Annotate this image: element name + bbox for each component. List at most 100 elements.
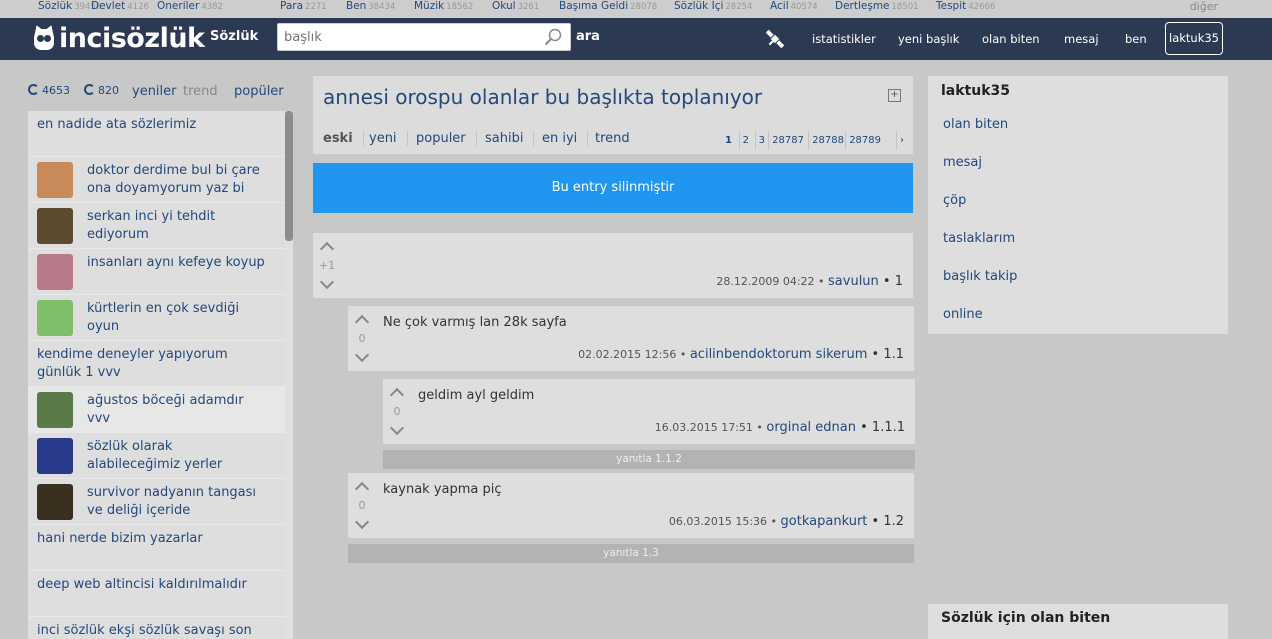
category-count: 18562	[446, 2, 474, 12]
topic-list-title: en nadide ata sözlerimiz	[37, 117, 197, 132]
downvote-icon[interactable]	[389, 420, 405, 436]
scrollbar-thumb[interactable]	[285, 111, 293, 241]
topic-thumbnail	[37, 392, 73, 428]
entry-author[interactable]: orginal ednan	[766, 420, 856, 435]
tab-trend[interactable]: trend	[183, 84, 218, 99]
sort-tab[interactable]: en iyi	[532, 131, 589, 146]
user-menu-baslik-takip[interactable]: başlık takip	[943, 269, 1017, 284]
sort-tab[interactable]: eski	[313, 131, 364, 146]
sort-tab[interactable]: sahibi	[475, 131, 535, 146]
search-input[interactable]	[278, 24, 528, 50]
topic-title[interactable]: annesi orospu olanlar bu başlıkta toplan…	[323, 85, 762, 109]
sort-tab[interactable]: populer	[406, 131, 477, 146]
entry-author[interactable]: acilinbendoktorum sikerum	[690, 347, 868, 362]
topic-list-title: insanları aynı kefeye koyup	[87, 255, 265, 270]
upvote-icon[interactable]	[354, 314, 370, 330]
category-link[interactable]: Para 2271	[280, 0, 327, 12]
user-menu-olan-biten[interactable]: olan biten	[943, 117, 1008, 132]
entry: 0 Ne çok varmış lan 28k sayfa 02.02.2015 1…	[348, 306, 914, 371]
page-link[interactable]: 3	[754, 132, 768, 150]
topic-list-item[interactable]: kürtlerin en çok sevdiği oyun	[28, 295, 285, 341]
satellite-icon[interactable]	[763, 27, 787, 51]
tab-populer[interactable]: popüler	[234, 84, 284, 99]
category-label: Başıma Geldi	[559, 0, 629, 12]
topic-list-item[interactable]: ağustos böceği adamdır vvv	[28, 387, 285, 433]
nav-mesaj[interactable]: mesaj	[1064, 32, 1099, 46]
nav-istatistikler[interactable]: istatistikler	[812, 32, 876, 46]
category-label: Tespit	[936, 0, 967, 12]
entry-author[interactable]: savulun	[828, 274, 879, 289]
entry-date[interactable]: 02.02.2015 12:56 •	[578, 348, 690, 361]
category-link[interactable]: Oneriler 4382	[157, 0, 223, 12]
user-menu-cop[interactable]: çöp	[943, 193, 966, 208]
nav-ben[interactable]: ben	[1125, 32, 1147, 46]
page-link[interactable]: 2	[738, 132, 752, 150]
page-link[interactable]: 28789	[845, 132, 884, 150]
upvote-icon[interactable]	[319, 241, 335, 257]
category-link[interactable]: Okul 3261	[492, 0, 539, 12]
entry-content: kaynak yapma piç	[383, 482, 502, 497]
logo[interactable]: incisözlük	[31, 22, 205, 54]
user-menu-mesaj[interactable]: mesaj	[943, 155, 982, 170]
entry-date[interactable]: 28.12.2009 04:22 •	[716, 275, 828, 288]
category-link[interactable]: Ben 38434	[346, 0, 395, 12]
topic-list-item[interactable]: hani nerde bizim yazarlar	[28, 525, 285, 571]
refresh-count-1[interactable]: 4653	[28, 84, 70, 97]
sort-tab[interactable]: trend	[585, 131, 640, 146]
topic-list-item[interactable]: serkan inci yi tehdit ediyorum	[28, 203, 285, 249]
entry-date[interactable]: 06.03.2015 15:36 •	[669, 515, 781, 528]
category-link[interactable]: Devlet 4126	[91, 0, 149, 12]
topic-list-item[interactable]: en nadide ata sözlerimiz	[28, 111, 285, 157]
downvote-icon[interactable]	[354, 347, 370, 363]
entry-author[interactable]: gotkapankurt	[781, 514, 868, 529]
topic-list-item[interactable]: kendime deneyler yapıyorum günlük 1 vvv	[28, 341, 285, 387]
reply-button-1-1-2[interactable]: yanıtla 1.1.2	[383, 450, 915, 469]
topic-list-title: doktor derdime bul bi çare ona doyamyoru…	[87, 163, 260, 196]
topic-list-item[interactable]: deep web altincisi kaldırılmalıdır	[28, 571, 285, 617]
refresh-count-2[interactable]: 820	[84, 84, 119, 97]
category-link[interactable]: Dertleşme 18501	[835, 0, 919, 12]
vote-score: 0	[358, 332, 366, 345]
user-menu-taslaklarim[interactable]: taslaklarım	[943, 231, 1015, 246]
search-icon[interactable]	[544, 28, 562, 46]
user-button[interactable]: laktuk35	[1165, 22, 1223, 55]
category-label: Devlet	[91, 0, 126, 12]
page-link[interactable]: 1	[722, 132, 735, 150]
upvote-icon[interactable]	[389, 387, 405, 403]
logo-text: incisözlük	[59, 22, 205, 54]
search-button[interactable]: ara	[576, 29, 600, 44]
nav-olan-biten[interactable]: olan biten	[982, 32, 1040, 46]
expand-icon[interactable]: +	[888, 89, 901, 102]
user-menu-online[interactable]: online	[943, 307, 983, 322]
category-count: 40574	[790, 2, 818, 12]
topic-list-item[interactable]: sözlük olarak alabileceğimiz yerler	[28, 433, 285, 479]
topic-list-item[interactable]: inci sözlük ekşi sözlük savaşı son	[28, 617, 285, 639]
tab-yeniler[interactable]: yeniler	[132, 84, 177, 99]
category-link[interactable]: Acil 40574	[770, 0, 818, 12]
next-page-button[interactable]: ›	[896, 132, 907, 150]
category-label: Okul	[492, 0, 516, 12]
entry-date[interactable]: 16.03.2015 17:51 •	[655, 421, 767, 434]
topic-list-item[interactable]: doktor derdime bul bi çare ona doyamyoru…	[28, 157, 285, 203]
topic-list-item[interactable]: survivor nadyanın tangası ve deliği içer…	[28, 479, 285, 525]
topic-list-item[interactable]: insanları aynı kefeye koyup	[28, 249, 285, 295]
category-link[interactable]: Müzik 18562	[414, 0, 473, 12]
category-count: 38434	[368, 2, 396, 12]
entry-index: • 1	[878, 274, 903, 289]
category-bar: Sözlük 39456 Devlet 4126 Oneriler 4382 Para 227…	[0, 0, 1272, 18]
category-link[interactable]: Tespit 42666	[936, 0, 995, 12]
category-link[interactable]: Başıma Geldi 28078	[559, 0, 657, 12]
page-link[interactable]: 28787	[768, 132, 807, 150]
downvote-icon[interactable]	[354, 514, 370, 530]
nav-yeni-baslik[interactable]: yeni başlık	[898, 32, 959, 46]
downvote-icon[interactable]	[319, 274, 335, 290]
category-link[interactable]: Sözlük İçi 28254	[674, 0, 752, 12]
category-more[interactable]: diğer	[1190, 0, 1218, 13]
sort-tab[interactable]: yeni	[359, 131, 408, 146]
topic-list-title: kürtlerin en çok sevdiği oyun	[87, 301, 240, 334]
nav-sozluk[interactable]: Sözlük	[210, 29, 258, 44]
left-column: 4653 820 yeniler trend popüler en nadide…	[28, 76, 293, 639]
upvote-icon[interactable]	[354, 481, 370, 497]
page-link[interactable]: 28788	[808, 132, 847, 150]
reply-button-1-3[interactable]: yanıtla 1.3	[348, 544, 914, 563]
